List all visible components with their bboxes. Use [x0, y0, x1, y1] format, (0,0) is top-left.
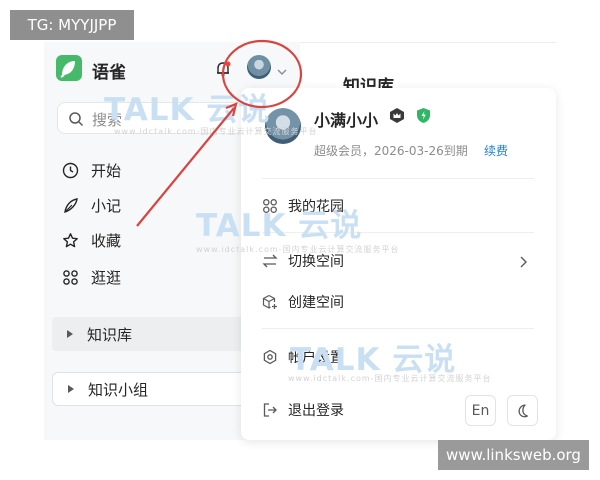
- gear-icon: [263, 349, 277, 365]
- search-icon: [69, 112, 84, 127]
- verified-shield-icon: [416, 107, 431, 124]
- sidebar-group-label: 知识小组: [88, 380, 149, 399]
- feather-icon: [64, 197, 78, 213]
- language-toggle-button[interactable]: En: [465, 395, 496, 426]
- sidebar-item-label: 逛逛: [91, 268, 122, 287]
- menu-item-label: 切换空间: [288, 254, 344, 270]
- garden-icon: [263, 199, 277, 213]
- menu-item-label: 退出登录: [288, 403, 344, 419]
- user-menu-avatar[interactable]: [265, 108, 301, 144]
- logout-icon: [263, 403, 277, 417]
- moon-icon: [518, 403, 528, 417]
- search-input[interactable]: 搜索: [57, 102, 243, 134]
- cube-add-icon: [262, 294, 277, 309]
- sidebar-group-label: 知识库: [87, 325, 133, 344]
- menu-item-create-space[interactable]: 创建空间: [262, 290, 344, 314]
- star-icon: [63, 232, 78, 247]
- menu-item-switch-space[interactable]: 切换空间: [262, 249, 344, 273]
- theme-toggle-button[interactable]: [507, 395, 538, 426]
- sidebar-item-start[interactable]: 开始: [62, 158, 121, 182]
- menu-item-label: 创建空间: [288, 295, 344, 311]
- channel-tag: TG: MYYJJPP: [10, 10, 134, 40]
- menu-item-account-settings[interactable]: 帐户设置: [262, 345, 344, 369]
- sidebar-item-explore[interactable]: 逛逛: [62, 265, 121, 289]
- chevron-right-icon: [518, 254, 528, 268]
- user-menu-username[interactable]: 小满小小: [314, 107, 378, 131]
- app-logo-icon[interactable]: [56, 55, 82, 81]
- search-placeholder: 搜索: [92, 111, 123, 129]
- caret-right-icon[interactable]: [68, 385, 74, 393]
- sidebar-item-notes[interactable]: 小记: [62, 193, 121, 217]
- sidebar-group-teams[interactable]: 知识小组: [52, 372, 248, 406]
- renew-link[interactable]: 续费: [484, 142, 508, 159]
- sidebar-item-label: 小记: [91, 196, 122, 215]
- menu-item-label: 我的花园: [288, 199, 344, 215]
- menu-item-my-garden[interactable]: 我的花园: [262, 194, 344, 218]
- sidebar-item-label: 开始: [91, 161, 122, 180]
- menu-divider: [262, 328, 534, 329]
- menu-item-logout[interactable]: 退出登录: [262, 398, 344, 422]
- menu-divider: [262, 232, 534, 233]
- menu-item-label: 帐户设置: [288, 350, 344, 366]
- app-name: 语雀: [92, 63, 126, 83]
- sidebar-item-favorites[interactable]: 收藏: [62, 228, 121, 252]
- sidebar-item-label: 收藏: [91, 231, 122, 250]
- switch-icon: [262, 254, 278, 268]
- top-divider: [300, 42, 556, 43]
- caret-right-icon[interactable]: [67, 330, 73, 338]
- membership-info: 超级会员，2026-03-26到期: [314, 144, 468, 158]
- grid-icon: [63, 269, 78, 285]
- bell-icon[interactable]: [214, 60, 232, 78]
- chevron-down-icon[interactable]: [276, 62, 288, 75]
- user-avatar[interactable]: [247, 55, 271, 79]
- clock-icon: [62, 162, 79, 178]
- menu-divider: [262, 178, 534, 179]
- sidebar-group-knowledge-base[interactable]: 知识库: [52, 317, 248, 351]
- crown-badge-icon: [389, 107, 405, 124]
- site-tag: www.linksweb.org: [438, 440, 589, 470]
